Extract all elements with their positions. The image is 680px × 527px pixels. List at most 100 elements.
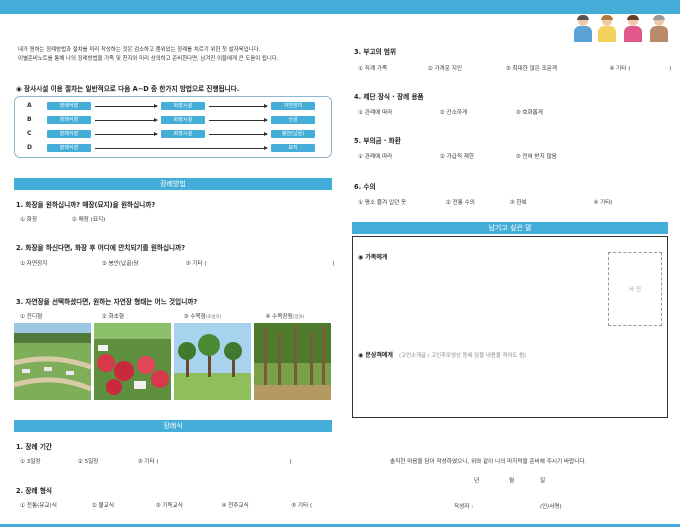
intro-line: 이별준비노트를 통해 나의 장례방법을 가족 및 친지와 미리 상의하고 준비한… xyxy=(18,56,279,62)
person-figure xyxy=(648,15,670,42)
flow-arrow xyxy=(95,118,158,122)
options-row: ① 평소 즐겨 입던 옷 ② 전통 수의 ③ 한복 ④ 기타( ) xyxy=(358,198,680,206)
flow-step: 묘지 xyxy=(271,144,315,152)
option-subnote: (조성지) xyxy=(205,315,222,320)
band-last-words: 남기고 싶은 말 xyxy=(352,222,668,234)
guests-label: ◉ 문상객에게 xyxy=(358,352,393,359)
option-label[interactable]: ③ 한복 xyxy=(510,198,592,206)
date-year: 년 xyxy=(474,478,480,484)
option-label[interactable]: ② 봉안(납골)당 xyxy=(102,259,184,267)
family-message-label: ◉ 가족에게 xyxy=(358,254,388,261)
option-label[interactable]: ① 자연장지 xyxy=(20,259,100,267)
options-row: ① 직계 가족 ② 가까운 지인 ③ 최대한 많은 조문객 ④ 기타 ( ) xyxy=(358,64,671,72)
question-title: 4. 제단 장식 · 장례 용품 xyxy=(354,93,424,101)
flow-row: B 장례식장 화장시설 산골 xyxy=(15,116,333,126)
options-row: ① 자연장지 ② 봉안(납골)당 ③ 기타 ( ) xyxy=(20,259,335,267)
tree-type-photo xyxy=(174,323,251,400)
option-label[interactable]: ① 전통(유교)식 xyxy=(20,501,90,509)
option-label[interactable]: ③ 호화롭게 xyxy=(516,108,543,116)
question-title: 5. 부의금 · 화환 xyxy=(354,137,401,145)
flow-step: 화장시설 xyxy=(161,102,205,110)
option-label[interactable]: ② 5일장 xyxy=(78,457,136,465)
option-label[interactable]: ② 불교식 xyxy=(92,501,154,509)
flow-row: D 장례식장 묘지 xyxy=(15,144,333,154)
option-close-paren: ) xyxy=(332,261,335,267)
flow-arrow xyxy=(209,132,268,136)
flow-arrow xyxy=(95,146,268,150)
option-close-paren: ) xyxy=(669,66,672,72)
writer-label: 작성자 : xyxy=(454,504,474,510)
facility-flow-box: A 장례식장 화장시설 자연장지 B 장례식장 화장시설 산골 C 장례식장 화… xyxy=(14,96,332,158)
forest-type-photo xyxy=(254,323,331,400)
flow-key: B xyxy=(27,116,32,123)
guests-hint: (고인소개글 / 고인추모영상 등에 담을 내용을 적어도 됨) xyxy=(399,353,527,359)
question-title: 3. 부고의 범위 xyxy=(354,48,397,56)
option-label[interactable]: ② 전통 수의 xyxy=(446,198,508,206)
flow-step: 장례식장 xyxy=(47,144,91,152)
flow-step: 장례식장 xyxy=(47,102,91,110)
flow-step: 자연장지 xyxy=(271,102,315,110)
top-header-bar xyxy=(0,0,680,14)
flow-step: 화장시설 xyxy=(161,116,205,124)
option-label[interactable]: ③ 기독교식 xyxy=(156,501,220,509)
photo-slot[interactable]: 사 진 xyxy=(608,252,662,326)
options-row: ① 잔디형 ② 화초형 ③ 수목형(조성지) ④ 수목장림(임야) xyxy=(20,312,304,320)
option-label[interactable]: ② 가까운 지인 xyxy=(428,64,504,72)
flow-key: A xyxy=(27,102,32,109)
option-label[interactable]: ③ 수목형(조성지) xyxy=(184,312,264,320)
option-text: ③ 수목형 xyxy=(183,314,206,320)
family-illustration xyxy=(572,14,674,42)
option-label[interactable]: ④ 수목장림(임야) xyxy=(265,312,304,320)
intro-text: 내가 원하는 장례방법과 절차를 미리 작성하는 것은 검소하고 품위있는 장례… xyxy=(18,46,338,64)
option-label[interactable]: ② 가급적 제한 xyxy=(440,152,514,160)
option-label[interactable]: ③ 기타 ( xyxy=(186,259,331,267)
photo-slot-label: 사 진 xyxy=(628,287,642,293)
flower-type-photo xyxy=(94,323,171,400)
question-title: 6. 수의 xyxy=(354,183,376,191)
option-subnote: (임야) xyxy=(292,315,305,320)
flow-step: 장례식장 xyxy=(47,130,91,138)
option-label[interactable]: ① 관례에 따라 xyxy=(358,108,438,116)
question-title: 3. 자연장을 선택하셨다면, 원하는 자연장 형태는 어느 것입니까? xyxy=(16,298,198,306)
options-row: ① 화장 ② 매장 (묘지) xyxy=(20,215,105,223)
option-label[interactable]: ③ 전혀 받지 않음 xyxy=(516,152,557,160)
option-label[interactable]: ② 매장 (묘지) xyxy=(72,215,106,223)
question-title: 2. 장례 형식 xyxy=(16,487,52,495)
option-text: ④ 수목장림 xyxy=(265,314,293,320)
option-label[interactable]: ④ 천주교식 xyxy=(221,501,289,509)
flow-arrow xyxy=(95,104,158,108)
flow-key: C xyxy=(27,130,32,137)
option-label[interactable]: ⑤ 기타 ( xyxy=(291,501,312,509)
seal-label: (인/서명) xyxy=(540,504,562,510)
question-title: 1. 화장을 원하십니까? 매장(묘지)을 원하십니까? xyxy=(16,201,156,209)
person-figure xyxy=(622,15,644,42)
option-label[interactable]: ③ 최대한 많은 조문객 xyxy=(506,64,608,72)
option-label[interactable]: ④ 기타( xyxy=(593,198,680,206)
options-row: ① 관례에 따라 ② 가급적 제한 ③ 전혀 받지 않음 xyxy=(358,152,557,160)
option-label[interactable]: ③ 기타 ( xyxy=(138,457,288,465)
guests-message-label: ◉ 문상객에게 (고인소개글 / 고인추모영상 등에 담을 내용을 적어도 됨) xyxy=(358,350,526,359)
option-label[interactable]: ① 관례에 따라 xyxy=(358,152,438,160)
option-label[interactable]: ① 직계 가족 xyxy=(358,64,426,72)
person-figure xyxy=(572,15,594,42)
flow-step: 화장시설 xyxy=(161,130,205,138)
flow-step: 봉안(납골) xyxy=(271,130,315,138)
option-label[interactable]: ② 화초형 xyxy=(102,312,182,320)
option-label[interactable]: ④ 기타 ( xyxy=(609,64,667,72)
option-label[interactable]: ① 3일장 xyxy=(20,457,76,465)
option-label[interactable]: ① 평소 즐겨 입던 옷 xyxy=(358,198,444,206)
question-title: 1. 장례 기간 xyxy=(16,443,52,451)
intro-line: 내가 원하는 장례방법과 절차를 미리 작성하는 것은 검소하고 품위있는 장례… xyxy=(18,47,261,53)
options-row: ① 3일장 ② 5일장 ③ 기타 ( ) xyxy=(20,457,292,465)
flow-arrow xyxy=(209,118,268,122)
signature-statement: 솔직한 마음을 담아 작성하였으니, 위와 같이 나의 마지막을 준비해 주시기… xyxy=(390,459,587,465)
date-day: 일 xyxy=(540,478,546,484)
option-label[interactable]: ② 간소하게 xyxy=(440,108,514,116)
flow-arrow xyxy=(209,104,268,108)
option-label[interactable]: ① 잔디형 xyxy=(20,312,100,320)
flow-row: C 장례식장 화장시설 봉안(납골) xyxy=(15,130,333,140)
date-month: 월 xyxy=(509,478,515,484)
flow-step: 장례식장 xyxy=(47,116,91,124)
option-label[interactable]: ① 화장 xyxy=(20,215,70,223)
person-figure xyxy=(596,15,618,42)
